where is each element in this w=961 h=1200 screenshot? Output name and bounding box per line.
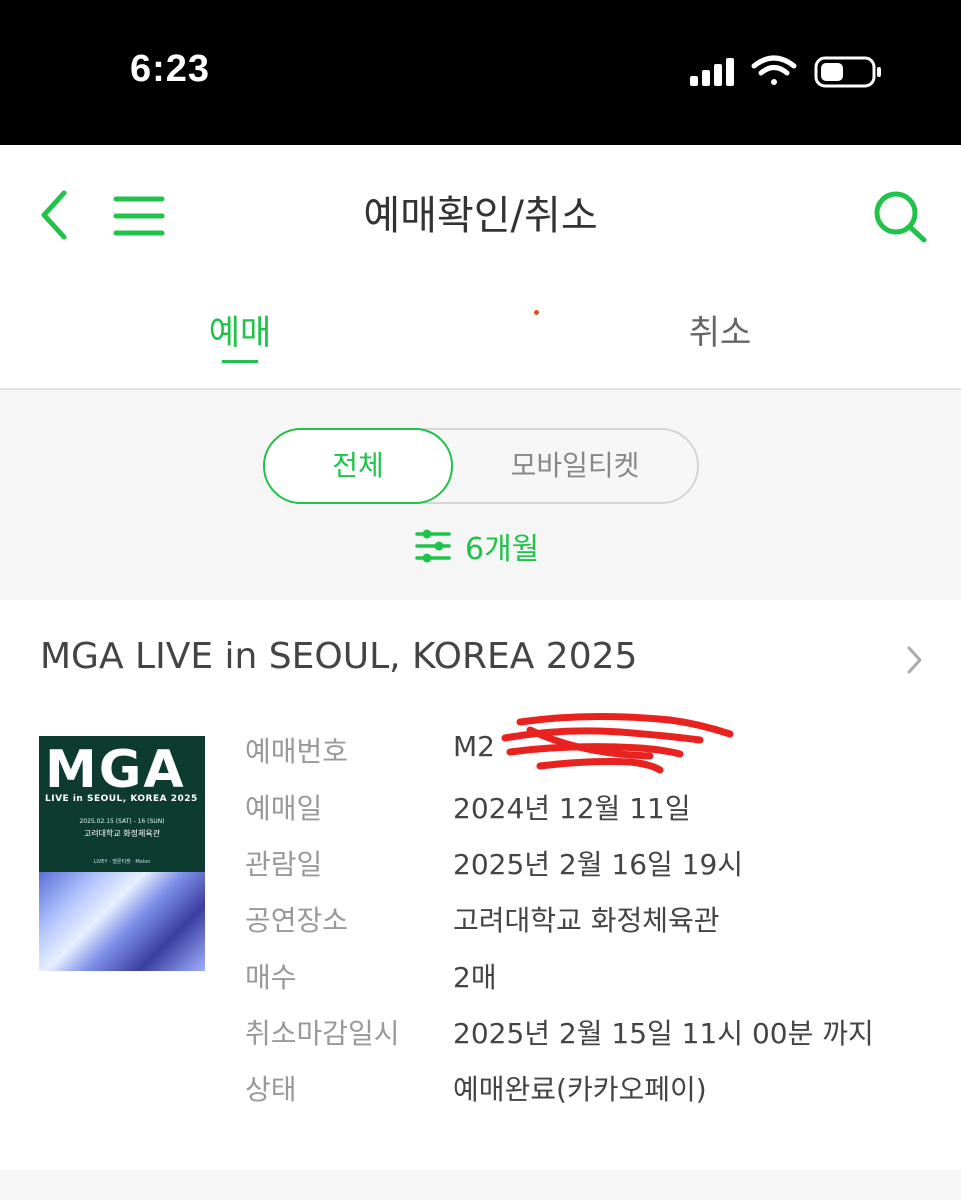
filter-mobile-ticket-button[interactable]: 모바일티켓 [455,430,695,502]
detail-value: 2025년 2월 16일 19시 [453,848,744,881]
poster-venue: 고려대학교 화정체육관 [83,829,161,838]
detail-label: 예매일 [245,792,323,825]
sliders-icon [415,529,451,563]
period-label: 6개월 [465,532,540,567]
detail-button[interactable] [905,644,925,680]
search-button[interactable] [872,189,930,249]
tab-bar: 예매 취소 [0,275,961,390]
tab-reserve[interactable]: 예매 [0,305,480,354]
booking-card[interactable]: MGA LIVE in SEOUL, KOREA 2025 MGA LIVE i… [0,600,961,1170]
detail-label: 예매번호 [245,735,349,768]
detail-value: 고려대학교 화정체육관 [453,904,720,937]
event-poster: MGA LIVE in SEOUL, KOREA 2025 2025.02.15… [39,736,205,971]
ticket-type-segment: 전체 모바일티켓 [263,428,699,504]
battery-icon [814,56,881,88]
wifi-icon [751,55,797,85]
poster-subtitle: LIVE in SEOUL, KOREA 2025 [45,794,198,804]
chevron-right-icon [907,646,922,674]
event-title: MGA LIVE in SEOUL, KOREA 2025 [40,636,638,677]
status-bar: 6:23 [0,0,961,145]
status-time: 6:23 [130,48,211,90]
poster-logo: MGA [45,740,186,800]
tab-cancel[interactable]: 취소 [480,305,960,354]
redaction-scribble [500,710,740,784]
filter-all-button[interactable]: 전체 [263,428,453,504]
detail-label: 매수 [245,961,297,994]
status-icons [688,52,888,92]
cellular-signal-icon [690,58,734,86]
detail-value: 2025년 2월 15일 11시 00분 까지 [453,1017,874,1050]
app-header: 예매확인/취소 [0,145,961,275]
search-icon [874,191,927,243]
detail-label: 취소마감일시 [245,1017,400,1050]
page-title: 예매확인/취소 [363,193,598,239]
detail-label: 상태 [245,1073,297,1106]
detail-value: 2매 [453,961,497,994]
detail-value: 예매완료(카카오페이) [453,1073,707,1106]
poster-date: 2025.02.15 (SAT) - 16 (SUN) [79,818,165,825]
poster-sponsors: LIVEY · 멜론티켓 · Melon [93,859,151,865]
detail-label: 공연장소 [245,904,349,937]
detail-label: 관람일 [245,848,323,881]
detail-value: 2024년 12월 11일 [453,792,691,825]
period-filter-button[interactable]: 6개월 [415,526,540,567]
tab-active-indicator [222,360,258,363]
filter-area: 전체 모바일티켓 6개월 [0,390,961,600]
poster-artwork [39,872,205,971]
list-separator [0,1170,961,1200]
